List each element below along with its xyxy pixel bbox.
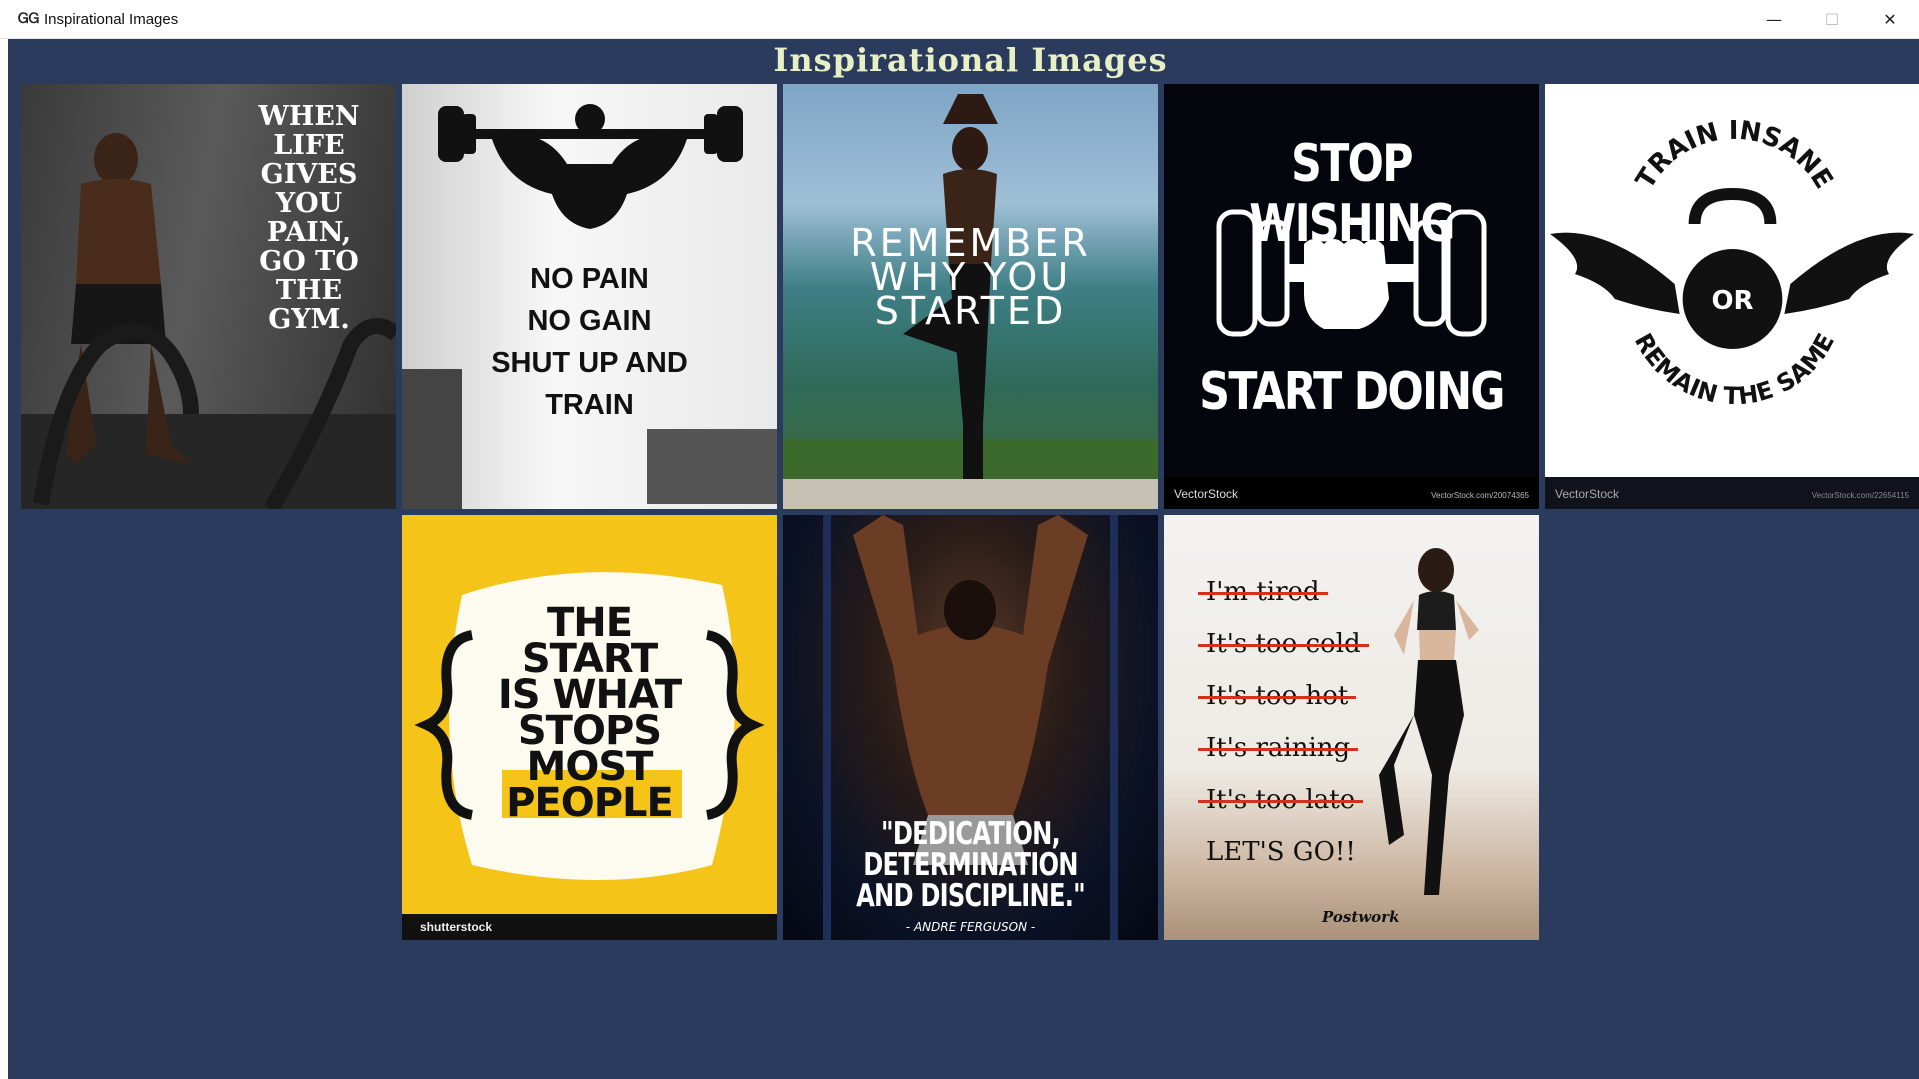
poster-caption: NO PAIN NO GAIN SHUT UP AND TRAIN [491,262,688,421]
excuse-item: It's too hot [1197,674,1357,726]
watermark-brand: VectorStock [1555,487,1620,501]
watermark-id: VectorStock.com/20074365 [1431,491,1529,500]
watermark-brand: VectorStock [1174,487,1239,501]
motivation-line: LET'S GO!! [1206,837,1356,867]
app-content: Inspirational Images WHEN LIFE GIVES YOU… [8,39,1919,1079]
maximize-button[interactable]: ☐ [1803,0,1861,38]
image-tile-stop-wishing[interactable]: STOP WISHING START DOING VectorStock Vec… [1164,84,1539,509]
image-tile-train-insane[interactable]: TRAIN INSANE REMAIN THE SAME OR VectorSt… [1545,84,1919,509]
image-tile-lets-go[interactable]: I'm tired It's too cold It's too hot It'… [1164,515,1539,940]
image-tile-remember-why[interactable]: REMEMBER WHY YOU STARTED [783,84,1158,509]
excuse-item: I'm tired [1198,570,1328,622]
page-title: Inspirational Images [773,41,1168,79]
poster-caption: REMEMBER WHY YOU STARTED [850,220,1091,333]
poster-quote: "DEDICATION, DETERMINATION AND DISCIPLIN… [856,816,1086,914]
window-titlebar: ᏀᏀ Inspirational Images — ☐ ✕ [0,0,1919,39]
image-tile-start-stops[interactable]: THE START IS WHAT STOPS MOST PEOPLE shut… [402,515,777,940]
logo-top-text: TRAIN INSANE [1630,116,1838,195]
close-button[interactable]: ✕ [1861,0,1919,38]
watermark-id: VectorStock.com/22654115 [1811,491,1909,500]
poster-author: - ANDRE FERGUSON - [905,920,1036,934]
window-controls: — ☐ ✕ [1745,0,1919,38]
logo-center-text: OR [1711,286,1753,316]
excuse-item: It's too cold [1198,622,1369,674]
poster-caption: THE START IS WHAT STOPS MOST PEOPLE [497,599,682,826]
kettlebell-wings-logo: TRAIN INSANE REMAIN THE SAME OR [1549,116,1915,410]
window-title: Inspirational Images [44,10,179,28]
app-icon: ᏀᏀ [18,11,40,27]
image-tile-dedication[interactable]: "DEDICATION, DETERMINATION AND DISCIPLIN… [783,515,1158,940]
svg-text:TRAIN INSANE: TRAIN INSANE [1630,116,1838,195]
image-tile-gym-pain[interactable]: WHEN LIFE GIVES YOU PAIN, GO TO THE GYM. [21,84,396,509]
excuse-item: It's too late [1197,778,1364,830]
poster-logo: Postwork [1322,908,1400,926]
minimize-button[interactable]: — [1745,0,1803,38]
excuse-list: I'm tired It's too cold It's too hot It'… [1197,570,1369,882]
poster-subline: START DOING [1199,362,1505,422]
excuse-item: It's raining [1197,726,1359,778]
poster-headline: STOP WISHING [1249,134,1455,254]
image-tile-no-pain-no-gain[interactable]: NO PAIN NO GAIN SHUT UP AND TRAIN [402,84,777,509]
poster-caption: WHEN LIFE GIVES YOU PAIN, GO TO THE GYM. [258,101,360,335]
watermark-brand: shutterstock [420,920,493,934]
